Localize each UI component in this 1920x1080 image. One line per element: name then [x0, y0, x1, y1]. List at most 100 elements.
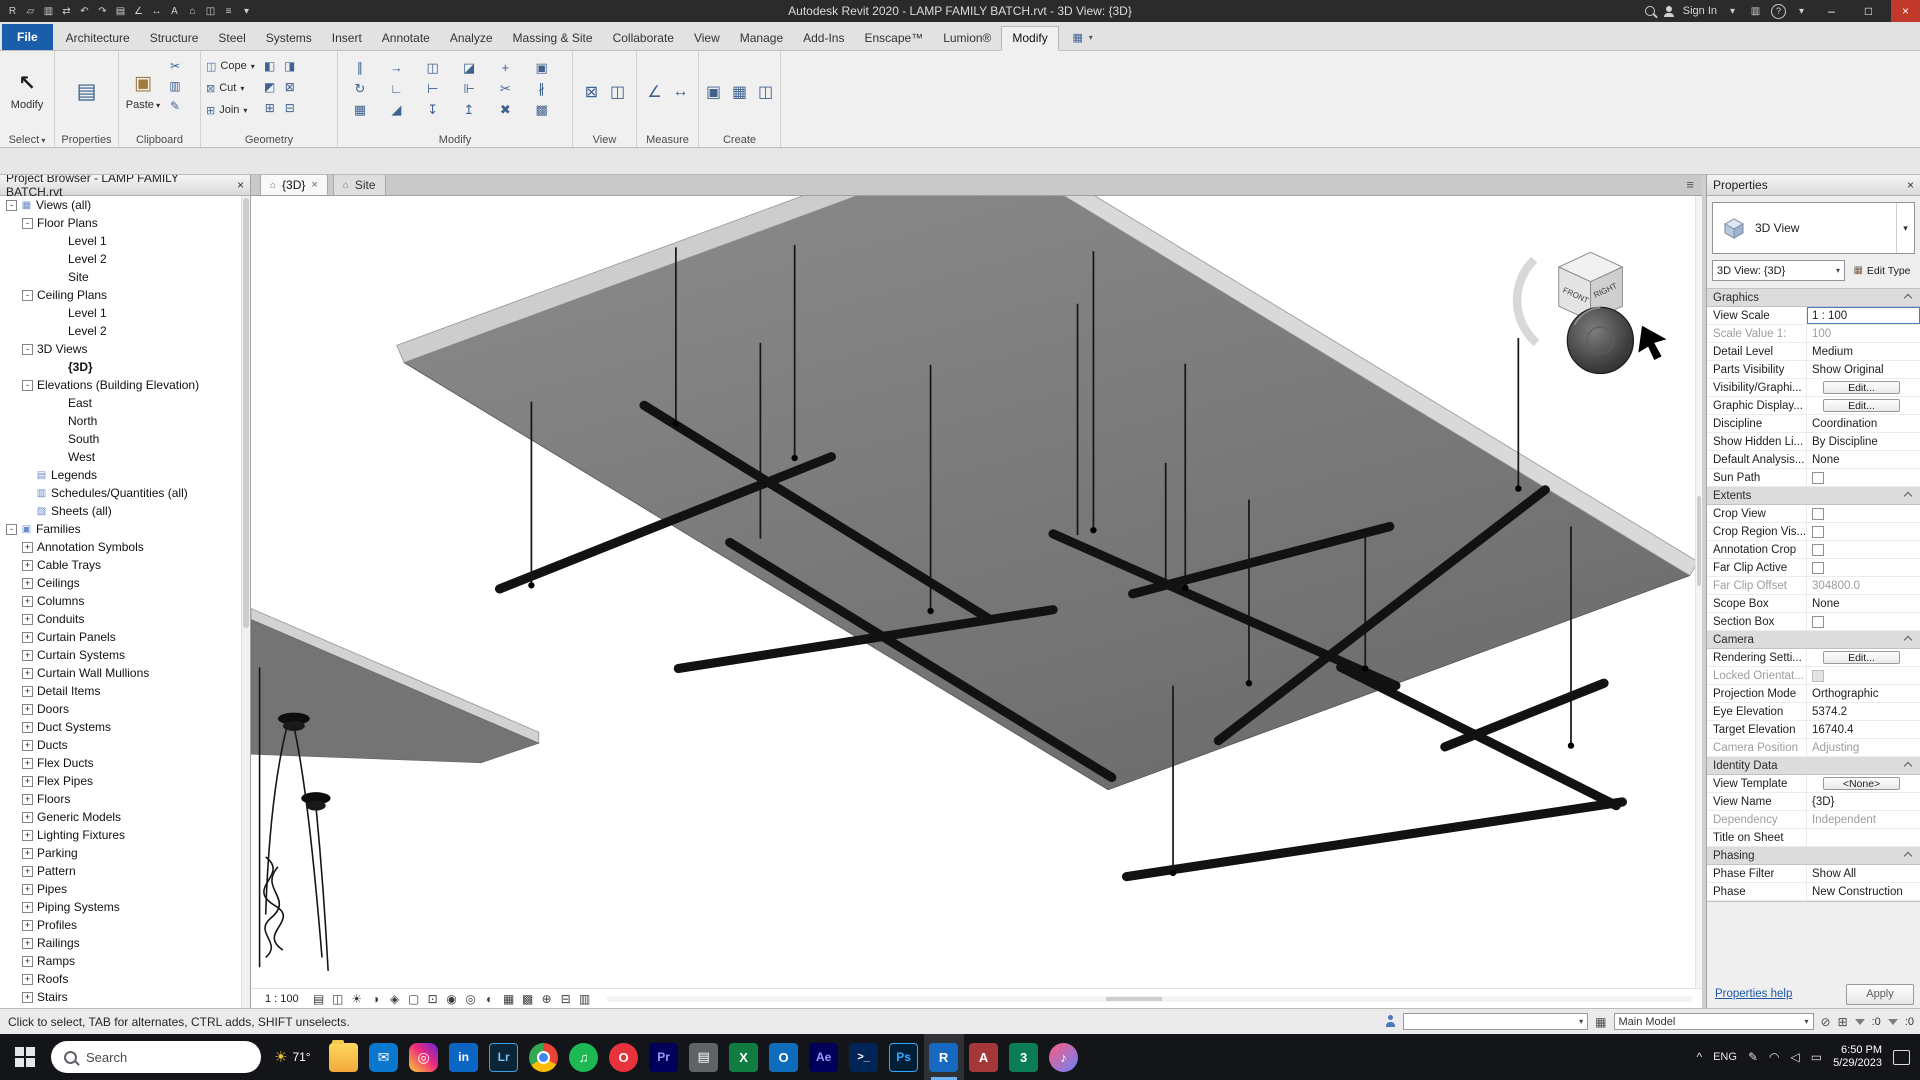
active-workset-combo[interactable]: ▾ — [1403, 1013, 1589, 1030]
property-value[interactable]: 304800.0 — [1807, 577, 1920, 594]
reveal-hidden-elements-icon[interactable]: ◐ — [482, 991, 498, 1007]
property-row[interactable]: Detail Level Medium — [1707, 343, 1920, 361]
tree-item[interactable]: South — [0, 430, 242, 448]
select-panel-label[interactable]: Select — [0, 134, 54, 146]
access-icon[interactable]: A — [964, 1034, 1004, 1080]
property-row[interactable]: Target Elevation 16740.4 — [1707, 721, 1920, 739]
view-tab-3d[interactable]: ⌂ {3D} × — [260, 174, 328, 195]
property-value[interactable] — [1807, 559, 1920, 576]
tab-analyze[interactable]: Analyze — [440, 27, 503, 50]
cut-to-clipboard-icon[interactable]: ✂ — [166, 57, 184, 74]
trim-multiple-icon[interactable]: ⊩ — [460, 80, 478, 97]
redo-icon[interactable]: ↷ — [95, 3, 110, 19]
tab-modify[interactable]: Modify — [1001, 26, 1059, 51]
property-value[interactable] — [1807, 523, 1920, 540]
notepad-icon[interactable]: ▤ — [684, 1034, 724, 1080]
properties-close-icon[interactable]: × — [1907, 178, 1914, 192]
array-icon[interactable]: ▦ — [351, 101, 369, 118]
temporary-view-properties-icon[interactable]: ▦ — [501, 991, 517, 1007]
tree-item[interactable]: + Pipes — [0, 880, 242, 898]
tree-item[interactable]: + Lighting Fixtures — [0, 826, 242, 844]
switch-windows-icon[interactable]: ◫ — [609, 84, 627, 101]
tree-expander-icon[interactable]: + — [22, 775, 33, 787]
tab-steel[interactable]: Steel — [208, 27, 255, 50]
create-assembly-icon[interactable]: ◫ — [757, 84, 775, 101]
tree-expander-icon[interactable]: + — [22, 649, 33, 661]
tree-expander-icon[interactable]: + — [22, 541, 33, 553]
tree-expander-icon[interactable]: + — [22, 793, 33, 805]
property-row[interactable]: Eye Elevation 5374.2 — [1707, 703, 1920, 721]
property-row[interactable]: Phase Filter Show All — [1707, 865, 1920, 883]
view-tab-close-icon[interactable]: × — [311, 179, 317, 191]
tree-expander-icon[interactable]: + — [22, 973, 33, 985]
visual-style-icon[interactable]: ◫ — [330, 991, 346, 1007]
tree-item[interactable]: + Stairs — [0, 988, 242, 1006]
property-row[interactable]: Extents — [1707, 487, 1920, 505]
tree-item[interactable]: - Ceiling Plans — [0, 286, 242, 304]
sign-in-caret-icon[interactable]: ▾ — [1725, 3, 1740, 19]
tree-item[interactable]: + Ceilings — [0, 574, 242, 592]
tree-item[interactable]: ▧ Sheets (all) — [0, 502, 242, 520]
rendering-dialog-icon[interactable]: ◈ — [387, 991, 403, 1007]
tree-expander-icon[interactable]: + — [22, 703, 33, 715]
tree-item[interactable]: - Elevations (Building Elevation) — [0, 376, 242, 394]
tree-item[interactable]: ▤ Legends — [0, 466, 242, 484]
mirror-pick-icon[interactable]: ◪ — [460, 59, 478, 76]
tree-item[interactable]: + Ramps — [0, 952, 242, 970]
tab-massing-site[interactable]: Massing & Site — [503, 27, 603, 50]
properties-help-link[interactable]: Properties help — [1715, 988, 1792, 1000]
taskbar-search[interactable]: Search — [51, 1041, 261, 1073]
measure-icon[interactable]: ∠ — [131, 3, 146, 19]
tree-item[interactable]: + Profiles — [0, 916, 242, 934]
pen-icon[interactable]: ✎ — [1748, 1050, 1758, 1064]
property-value[interactable]: <None> — [1823, 777, 1900, 790]
tree-item[interactable]: + Curtain Systems — [0, 646, 242, 664]
property-value[interactable]: By Discipline — [1807, 433, 1920, 450]
property-row[interactable]: Discipline Coordination — [1707, 415, 1920, 433]
sun-path-icon[interactable]: ☀ — [349, 991, 365, 1007]
reveal-constraints-icon[interactable]: ⊟ — [558, 991, 574, 1007]
remove-paint-icon[interactable]: ◨ — [281, 57, 299, 74]
tree-expander-icon[interactable]: + — [22, 937, 33, 949]
property-row[interactable]: Camera — [1707, 631, 1920, 649]
measure-length-icon[interactable]: ∠ — [646, 84, 664, 101]
music-app-icon[interactable]: ♪ — [1044, 1034, 1084, 1080]
match-type-properties-icon[interactable]: ✎ — [166, 97, 184, 114]
design-options-icon[interactable]: ▦ — [1595, 1015, 1606, 1029]
mirror-axis-icon[interactable]: ◫ — [424, 59, 442, 76]
editable-only-icon[interactable] — [1385, 1015, 1396, 1028]
property-value[interactable]: 1 : 100 — [1807, 307, 1920, 324]
tree-expander-icon[interactable]: + — [22, 613, 33, 625]
property-value[interactable]: New Construction — [1807, 883, 1920, 900]
tree-item[interactable]: + Roofs — [0, 970, 242, 988]
tab-view[interactable]: View — [684, 27, 730, 50]
property-value[interactable]: Edit... — [1823, 399, 1900, 412]
tree-expander-icon[interactable]: + — [22, 595, 33, 607]
tree-item[interactable]: + Railings — [0, 934, 242, 952]
file-explorer-icon[interactable] — [324, 1034, 364, 1080]
beam-joins-icon[interactable]: ⊟ — [281, 99, 299, 116]
qat-customize-icon[interactable]: ▾ — [239, 3, 254, 19]
analytical-model-icon[interactable]: ▩ — [520, 991, 536, 1007]
premiere-icon[interactable]: Pr — [644, 1034, 684, 1080]
tab-collaborate[interactable]: Collaborate — [603, 27, 684, 50]
3ds-max-icon[interactable]: 3 — [1004, 1034, 1044, 1080]
tree-expander-icon[interactable]: + — [22, 811, 33, 823]
demolish-icon[interactable]: ⊠ — [281, 78, 299, 95]
property-row[interactable]: Dependency Independent — [1707, 811, 1920, 829]
tree-expander-icon[interactable]: + — [22, 901, 33, 913]
tree-item[interactable]: + Piping Systems — [0, 898, 242, 916]
spotify-icon[interactable]: ♫ — [564, 1034, 604, 1080]
property-value[interactable]: Show All — [1807, 865, 1920, 882]
tab-manage[interactable]: Manage — [730, 27, 793, 50]
tree-item[interactable]: + Duct Systems — [0, 718, 242, 736]
property-value[interactable]: Coordination — [1807, 415, 1920, 432]
property-value[interactable]: Show Original — [1807, 361, 1920, 378]
property-row[interactable]: Sun Path — [1707, 469, 1920, 487]
tree-item[interactable]: - ▦ Views (all) — [0, 196, 242, 214]
property-row[interactable]: Scope Box None — [1707, 595, 1920, 613]
modify-options-toggle[interactable]: ▦ ▾ — [1069, 29, 1093, 46]
property-value[interactable]: Edit... — [1823, 381, 1900, 394]
minimize-button[interactable]: – — [1817, 0, 1846, 22]
tree-item[interactable]: + Columns — [0, 592, 242, 610]
